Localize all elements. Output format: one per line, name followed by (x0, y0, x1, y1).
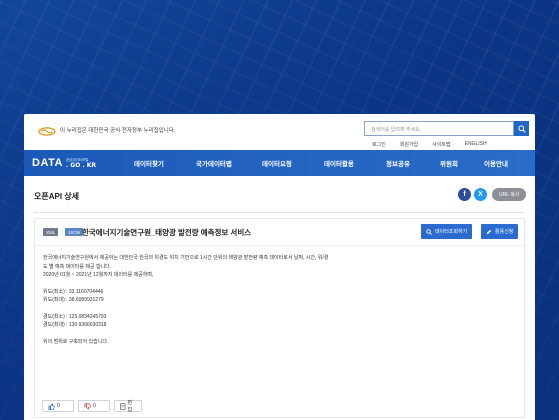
nav-item-committee[interactable]: 위원회 (440, 158, 484, 168)
main-content: 오픈API 상세 f X URL 복사 XML JSON 한국에너지기술연구원_… (24, 176, 535, 420)
login-link[interactable]: 로그인 (372, 141, 386, 148)
facebook-share-icon[interactable]: f (458, 188, 471, 201)
logo-domain: . GO . KR (65, 161, 97, 169)
search-icon (517, 124, 526, 133)
dislike-count: 0 (93, 403, 96, 409)
nav-item-info-share[interactable]: 정보공유 (386, 158, 440, 168)
description-line: 2020년 01월 ~ 2021년 12월까지 데이터를 제공하며, (43, 272, 154, 278)
page-title: 오픈API 상세 (34, 192, 79, 201)
url-copy-button[interactable]: URL 복사 (492, 188, 527, 201)
twitter-share-icon[interactable]: X (474, 188, 487, 201)
gov-notice-text: 이 누리집은 대한민국 공식 전자정부 누리집입니다. (60, 128, 176, 134)
description-line: 한국에너지기술연구원에서 제공하는 대한민국 한국의 위경도 위치 기반으로 1… (43, 255, 329, 261)
share-bar: f X URL 복사 (458, 188, 527, 201)
feedback-actions: 0 0 편집 (42, 400, 142, 413)
apply-label: 활용신청 (495, 229, 514, 235)
english-link[interactable]: ENGLISH (465, 141, 487, 148)
signup-link[interactable]: 회원가입 (400, 141, 418, 148)
thumbs-down-icon (84, 402, 91, 410)
latitude-max: 위도(최대) : 38.6089931279 (43, 297, 104, 303)
dataset-title: 한국에너지기술연구원_태양광 발전량 예측정보 서비스 (82, 228, 252, 237)
edit-button[interactable]: 편집 (114, 400, 142, 413)
dislike-button[interactable]: 0 (78, 400, 110, 412)
government-emblem-icon (38, 127, 56, 136)
logo-data-text: DATA (32, 157, 63, 169)
data-preview-label: 데이터조회하기 (435, 229, 468, 235)
format-tag-json: JSON (65, 228, 84, 236)
utility-links: 로그인 회원가입 사이트맵 ENGLISH (372, 141, 487, 148)
dataset-description: 한국에너지기술연구원에서 제공하는 대한민국 한국의 위경도 위치 기반으로 1… (43, 254, 443, 346)
card-divider (35, 245, 524, 246)
sitemap-link[interactable]: 사이트맵 (432, 141, 450, 148)
apply-button[interactable]: 활용신청 (481, 224, 519, 239)
pencil-icon (486, 229, 492, 234)
latitude-min: 위도(최소) : 33.1160704446 (43, 288, 104, 295)
logo-subtitle: 공공데이터포털 . GO . KR (66, 158, 96, 169)
longitude-max: 경도(최대) : 130.9366030318 (43, 322, 107, 328)
nav-menu: 데이터찾기 국가데이터맵 데이터요청 데이터활용 정보공유 위원회 이용안내 (134, 158, 508, 168)
main-navigation: DATA 공공데이터포털 . GO . KR 데이터찾기 국가데이터맵 데이터요… (24, 150, 535, 176)
nav-item-data-request[interactable]: 데이터요청 (262, 158, 324, 168)
edit-label: 편집 (127, 400, 133, 413)
data-preview-button[interactable]: 데이터조회하기 (421, 224, 473, 239)
search-button[interactable] (514, 121, 529, 136)
document-icon (120, 402, 126, 410)
search-icon (426, 228, 432, 235)
description-line: 위의 범위로 구축되어 있습니다. (43, 338, 109, 345)
format-tag-xml: XML (43, 228, 59, 236)
nav-item-data-use[interactable]: 데이터활용 (324, 158, 386, 168)
like-count: 0 (57, 403, 60, 409)
search-input[interactable]: 검색어를 입력해 주세요. (364, 121, 514, 136)
nav-item-guide[interactable]: 이용안내 (484, 158, 508, 168)
like-button[interactable]: 0 (42, 400, 74, 412)
title-divider (34, 212, 525, 213)
thumbs-up-icon (48, 402, 55, 410)
description-line: 도 별 예측 데이터를 제공 합니다. (43, 263, 112, 270)
browser-page-frame: 이 누리집은 대한민국 공식 전자정부 누리집입니다. 검색어를 입력해 주세요… (24, 114, 535, 420)
site-logo[interactable]: DATA 공공데이터포털 . GO . KR (24, 157, 120, 169)
nav-item-find-data[interactable]: 데이터찾기 (134, 158, 196, 168)
utility-bar: 이 누리집은 대한민국 공식 전자정부 누리집입니다. 검색어를 입력해 주세요… (24, 114, 535, 150)
longitude-min: 경도(최소) : 125.0834245793 (43, 313, 107, 320)
nav-item-national-data-map[interactable]: 국가데이터맵 (196, 158, 262, 168)
dataset-card: XML JSON 한국에너지기술연구원_태양광 발전량 예측정보 서비스 데이터… (34, 218, 525, 418)
